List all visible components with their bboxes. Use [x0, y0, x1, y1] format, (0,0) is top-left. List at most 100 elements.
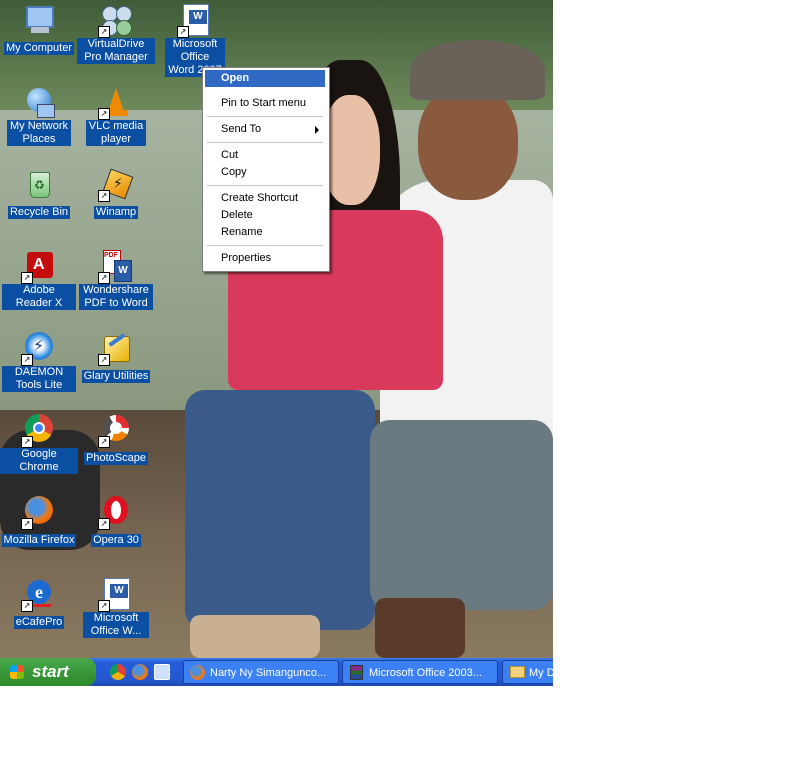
- desktop-icon-opera[interactable]: ↗ Opera 30: [77, 496, 155, 547]
- shortcut-arrow-icon: ↗: [98, 272, 110, 284]
- desktop-icon-word[interactable]: W ↗ Microsoft Office W...: [77, 578, 155, 638]
- shortcut-arrow-icon: ↗: [98, 436, 110, 448]
- photoscape-icon: ↗: [98, 414, 132, 448]
- desktop-icon-google-chrome[interactable]: ↗ Google Chrome: [0, 414, 78, 474]
- menu-separator: [207, 116, 323, 117]
- desktop-icon-recycle-bin[interactable]: ♻ Recycle Bin: [0, 168, 78, 219]
- desktop[interactable]: My Computer ↗ VirtualDrive Pro Manager W…: [0, 0, 553, 658]
- desktop-icon-virtualdrive[interactable]: ↗ VirtualDrive Pro Manager: [77, 4, 155, 64]
- icon-label: My Computer: [3, 42, 75, 55]
- start-button[interactable]: start: [0, 658, 96, 686]
- shortcut-arrow-icon: ↗: [21, 354, 33, 366]
- desktop-icon-network-places[interactable]: My Network Places: [0, 86, 78, 146]
- icon-label: Microsoft Office W...: [83, 612, 149, 638]
- wallpaper-shoes: [190, 615, 320, 658]
- menu-separator: [207, 142, 323, 143]
- shortcut-arrow-icon: ↗: [98, 26, 110, 38]
- icon-label: My Network Places: [7, 120, 71, 146]
- taskbar-button-office[interactable]: Microsoft Office 2003...: [342, 660, 498, 684]
- vlc-icon: ↗: [98, 86, 132, 120]
- folder-icon: [510, 666, 525, 678]
- winamp-icon: ⚡ ↗: [98, 168, 134, 202]
- firefox-icon[interactable]: [132, 664, 148, 680]
- menu-item-rename[interactable]: Rename: [205, 224, 325, 241]
- menu-item-create-shortcut[interactable]: Create Shortcut: [205, 190, 325, 207]
- submenu-arrow-icon: [315, 126, 319, 134]
- taskbar-button-firefox[interactable]: Narty Ny Simanguncо...: [183, 660, 339, 684]
- shortcut-arrow-icon: ↗: [98, 108, 110, 120]
- winrar-icon: [350, 665, 363, 680]
- chrome-icon: ↗: [21, 414, 55, 448]
- desktop-icon-ecafepro[interactable]: e ↗ eCafePro: [0, 578, 78, 629]
- menu-item-delete[interactable]: Delete: [205, 207, 325, 224]
- opera-icon: ↗: [98, 496, 132, 530]
- show-desktop-icon[interactable]: [154, 664, 170, 680]
- firefox-icon: [190, 665, 205, 680]
- menu-item-open[interactable]: Open: [205, 70, 325, 87]
- shortcut-arrow-icon: ↗: [21, 436, 33, 448]
- network-places-icon: [23, 86, 55, 118]
- task-label: My D: [529, 667, 553, 679]
- icon-label: PhotoScape: [84, 452, 148, 465]
- shortcut-arrow-icon: ↗: [21, 518, 33, 530]
- word-icon: W ↗: [98, 578, 132, 612]
- desktop-icon-wondershare[interactable]: PDF W ↗ Wondershare PDF to Word: [77, 250, 155, 310]
- desktop-icon-mozilla-firefox[interactable]: ↗ Mozilla Firefox: [0, 496, 78, 547]
- wondershare-icon: PDF W ↗: [98, 250, 132, 284]
- shortcut-arrow-icon: ↗: [98, 190, 110, 202]
- daemon-tools-icon: ⚡ ↗: [21, 332, 55, 366]
- icon-label: Glary Utilities: [81, 370, 151, 383]
- desktop-icon-winamp[interactable]: ⚡ ↗ Winamp: [77, 168, 155, 219]
- menu-item-copy[interactable]: Copy: [205, 164, 325, 181]
- chrome-icon[interactable]: [110, 664, 126, 680]
- shortcut-arrow-icon: ↗: [98, 518, 110, 530]
- icon-label: Wondershare PDF to Word: [79, 284, 153, 310]
- taskbar: start Narty Ny Simanguncо... Microsoft O…: [0, 658, 553, 686]
- wallpaper-jeans: [185, 390, 375, 630]
- glary-utilities-icon: ↗: [98, 332, 132, 366]
- recycle-bin-icon: ♻: [23, 168, 55, 200]
- menu-item-pin-to-start[interactable]: Pin to Start menu: [205, 95, 325, 112]
- icon-label: Google Chrome: [0, 448, 78, 474]
- wallpaper-man-face: [418, 85, 518, 200]
- wallpaper-man-jeans: [370, 420, 553, 610]
- ecafepro-icon: e ↗: [21, 578, 55, 612]
- shortcut-arrow-icon: ↗: [21, 272, 33, 284]
- taskbar-button-folder[interactable]: My D: [502, 660, 553, 684]
- shortcut-arrow-icon: ↗: [98, 600, 110, 612]
- windows-logo-icon: [10, 665, 24, 679]
- desktop-icon-my-computer[interactable]: My Computer: [0, 4, 78, 55]
- icon-label: Adobe Reader X: [2, 284, 76, 310]
- menu-item-cut[interactable]: Cut: [205, 147, 325, 164]
- virtualdrive-icon: ↗: [98, 4, 132, 38]
- desktop-icon-daemon-tools[interactable]: ⚡ ↗ DAEMON Tools Lite: [0, 332, 78, 392]
- context-menu: Open Pin to Start menu Send To Cut Copy …: [202, 67, 330, 272]
- start-label: start: [32, 662, 69, 681]
- desktop-icon-glary-utilities[interactable]: ↗ Glary Utilities: [77, 332, 155, 383]
- menu-item-properties[interactable]: Properties: [205, 250, 325, 267]
- shortcut-arrow-icon: ↗: [21, 600, 33, 612]
- firefox-icon: ↗: [21, 496, 55, 530]
- task-label: Narty Ny Simanguncо...: [210, 667, 327, 679]
- icon-label: Mozilla Firefox: [1, 534, 77, 547]
- menu-separator: [207, 245, 323, 246]
- desktop-icon-adobe-reader[interactable]: A ↗ Adobe Reader X: [0, 250, 78, 310]
- desktop-icon-photoscape[interactable]: ↗ PhotoScape: [77, 414, 155, 465]
- icon-label: Winamp: [93, 206, 139, 219]
- icon-label: Recycle Bin: [7, 206, 71, 219]
- desktop-icon-vlc[interactable]: ↗ VLC media player: [77, 86, 155, 146]
- icon-label: DAEMON Tools Lite: [2, 366, 76, 392]
- icon-label: Opera 30: [91, 534, 141, 547]
- wallpaper-man-shoe: [375, 598, 465, 658]
- icon-label: eCafePro: [13, 616, 65, 629]
- icon-label: VLC media player: [86, 120, 146, 146]
- icon-label: VirtualDrive Pro Manager: [77, 38, 155, 64]
- wallpaper-woman-face: [322, 95, 380, 205]
- task-label: Microsoft Office 2003...: [369, 667, 482, 679]
- menu-item-send-to[interactable]: Send To: [205, 121, 325, 138]
- menu-item-label: Send To: [221, 123, 262, 135]
- word-icon: W ↗: [177, 4, 211, 38]
- adobe-reader-icon: A ↗: [21, 250, 55, 284]
- wallpaper-man-cap: [410, 40, 545, 100]
- shortcut-arrow-icon: ↗: [98, 354, 110, 366]
